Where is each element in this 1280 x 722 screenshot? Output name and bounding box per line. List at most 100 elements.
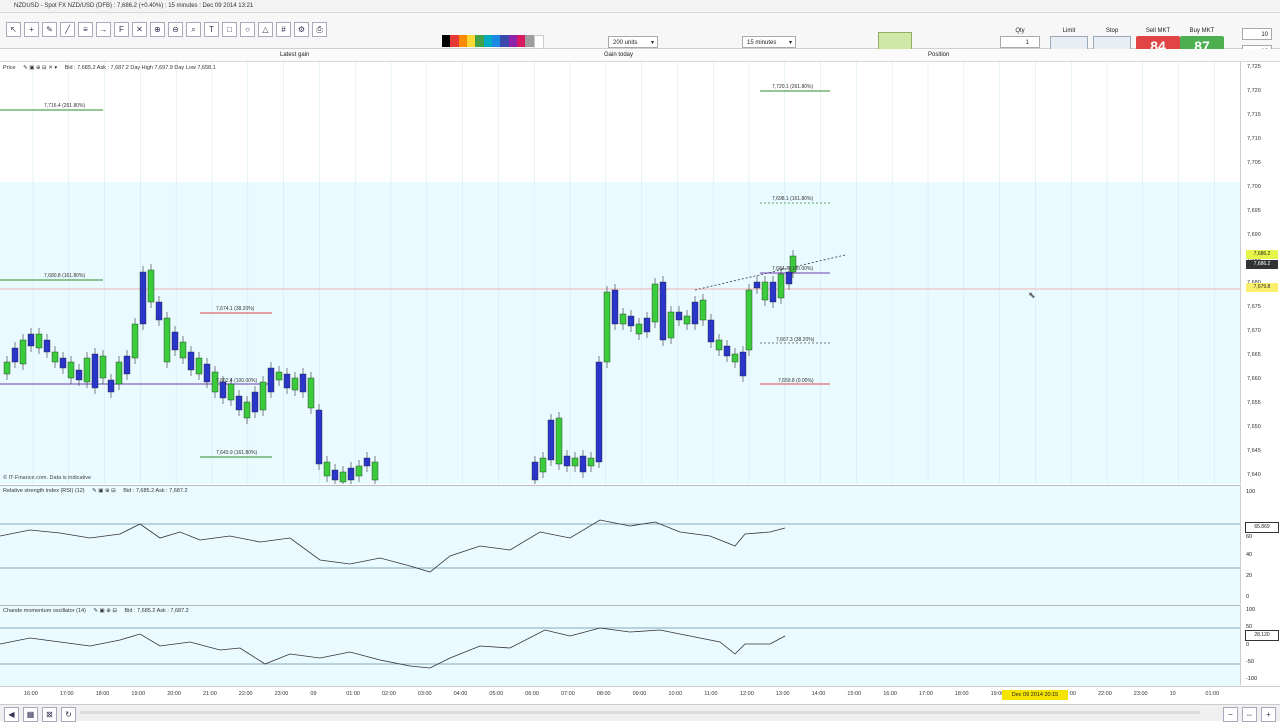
last-price-tag: 7,686.2 (1246, 250, 1278, 259)
data-disclaimer: © IT-Finance.com. Data is indicative (3, 475, 92, 481)
time-axis[interactable]: 16:00 17:00 18:00 19:00 20:00 21:00 22:00 23:00… (0, 686, 1280, 704)
channel-tool-icon[interactable]: ≡ (78, 22, 93, 37)
rectangle-tool-icon[interactable]: □ (222, 22, 237, 37)
time-axis-label: 08:00 (596, 691, 611, 697)
candle-body (251, 391, 259, 413)
zoom-top-input[interactable]: 10 (1242, 28, 1272, 40)
buy-label: Buy MKT (1189, 28, 1215, 34)
units-select[interactable]: 200 units ▾ (608, 36, 658, 48)
candle-body (667, 311, 675, 339)
triangle-tool-icon[interactable]: △ (258, 22, 273, 37)
delete-icon[interactable]: ✕ (132, 22, 147, 37)
candle-body (785, 271, 793, 285)
price-axis-label: 7,670 (1247, 328, 1261, 334)
time-axis-label: 16:00 (883, 691, 897, 697)
settings-icon[interactable]: ⚙ (294, 22, 309, 37)
candle-body (611, 289, 619, 325)
fibonacci-icon[interactable]: F (114, 22, 129, 37)
candle-body (195, 357, 203, 375)
price-axis-label: 7,665 (1247, 352, 1261, 358)
cmo-axis-label: 100 (1246, 607, 1256, 613)
gain-bar: Latest gain Gain today Position (0, 49, 1280, 62)
candle-body (307, 377, 315, 409)
rsi-line (0, 519, 786, 573)
candle-body (339, 471, 347, 483)
cmo-pane[interactable]: Chande momentum oscillator (14) ✎ ▣ ⊕ ⊟ … (0, 605, 1240, 686)
time-axis-label: 09 (310, 691, 317, 697)
candle-body (707, 319, 715, 343)
time-axis-label: 17:00 (59, 691, 74, 697)
price-axis[interactable]: 7,725 7,720 7,715 7,710 7,705 7,700 7,695 7,690… (1240, 62, 1280, 484)
candle-body (147, 269, 155, 303)
price-axis-label: 7,675 (1247, 304, 1261, 310)
rsi-info: Bid : 7,685.2 Ask : 7,687.2 (123, 488, 188, 494)
candle-body (43, 339, 51, 353)
zoom-in-icon[interactable]: ⊕ (150, 22, 165, 37)
fib-label: 7,698.1 (161.80%) (772, 196, 814, 202)
candle-body (259, 381, 267, 411)
candle-body (155, 301, 163, 321)
line-tool-icon[interactable]: ╱ (60, 22, 75, 37)
candle-body (739, 351, 747, 377)
candle-body (587, 457, 595, 467)
candle-body (371, 461, 379, 481)
candle-body (243, 401, 251, 419)
candle-body (267, 367, 275, 393)
pencil-icon[interactable]: ✎ (42, 22, 57, 37)
candle-body (571, 457, 579, 467)
time-axis-label: 13:00 (775, 691, 790, 697)
chevron-down-icon: ▾ (650, 40, 654, 46)
time-axis-label: 01:00 (1205, 691, 1220, 697)
price-axis-label: 7,645 (1247, 448, 1261, 454)
candle-body (745, 289, 753, 351)
cmo-axis[interactable]: 100 50 0 -50 -100 28.120 (1240, 605, 1280, 685)
candle-body (777, 273, 785, 299)
arrow-tool-icon[interactable]: → (96, 22, 111, 37)
candle-body (139, 271, 147, 325)
rsi-current-tag: 65.869 (1245, 522, 1279, 533)
candle-body (659, 281, 667, 341)
timeframe-select[interactable]: 15 minutes ▾ (742, 36, 796, 48)
time-axis-label: 22:00 (238, 691, 253, 697)
candle-body (171, 331, 179, 351)
color-palette[interactable] (442, 35, 544, 49)
candle-body (27, 333, 35, 347)
time-axis-label: 07:00 (561, 691, 575, 697)
candle-body (699, 299, 707, 321)
candle-body (315, 409, 323, 465)
pointer-icon[interactable]: ↖ (6, 22, 21, 37)
price-pane[interactable]: ⬉ Price ✎ ▣ ⊕ ⊟ ✕ ▾ Bid : 7,685.2 Ask : … (0, 62, 1240, 484)
time-axis-label: 06:00 (525, 691, 539, 697)
grid-icon[interactable]: # (276, 22, 291, 37)
candle-body (283, 373, 291, 389)
cmo-line (0, 627, 786, 669)
rsi-axis[interactable]: 100 60 40 20 0 65.869 (1240, 485, 1280, 604)
horizontal-scrollbar[interactable] (80, 711, 1200, 714)
candle-body (91, 353, 99, 389)
rsi-axis-label: 20 (1246, 573, 1253, 579)
price-axis-label: 7,720 (1247, 88, 1261, 94)
candle-body (19, 339, 27, 365)
zoom-out-icon[interactable]: ⊖ (168, 22, 183, 37)
fib-label: 7,662.4 (100.00%) (216, 378, 258, 384)
print-icon[interactable]: ⎙ (312, 22, 327, 37)
qty-input[interactable]: 1 (1000, 36, 1040, 48)
text-tool-icon[interactable]: T (204, 22, 219, 37)
candle-body (203, 363, 211, 383)
rsi-title: Relative strength index (RSI) (12) (3, 488, 85, 494)
fib-label: 7,720.1 (261.80%) (772, 84, 814, 90)
candle-body (107, 379, 115, 393)
magnifier-icon[interactable]: ⌕ (186, 22, 201, 37)
candle-body (603, 291, 611, 363)
time-axis-label: 22:00 (1098, 691, 1112, 697)
candle-body (275, 371, 283, 381)
ellipse-tool-icon[interactable]: ○ (240, 22, 255, 37)
rsi-pane[interactable]: Relative strength index (RSI) (12) ✎ ▣ ⊕… (0, 485, 1240, 605)
candle-body (651, 283, 659, 323)
candle-body (563, 455, 571, 467)
candle-body (531, 461, 539, 481)
crosshair-icon[interactable]: + (24, 22, 39, 37)
time-axis-label: 04:00 (453, 691, 468, 697)
gain-today-label: Gain today (604, 52, 634, 58)
fib-label: 7,659.8 (0.00%) (778, 378, 814, 384)
